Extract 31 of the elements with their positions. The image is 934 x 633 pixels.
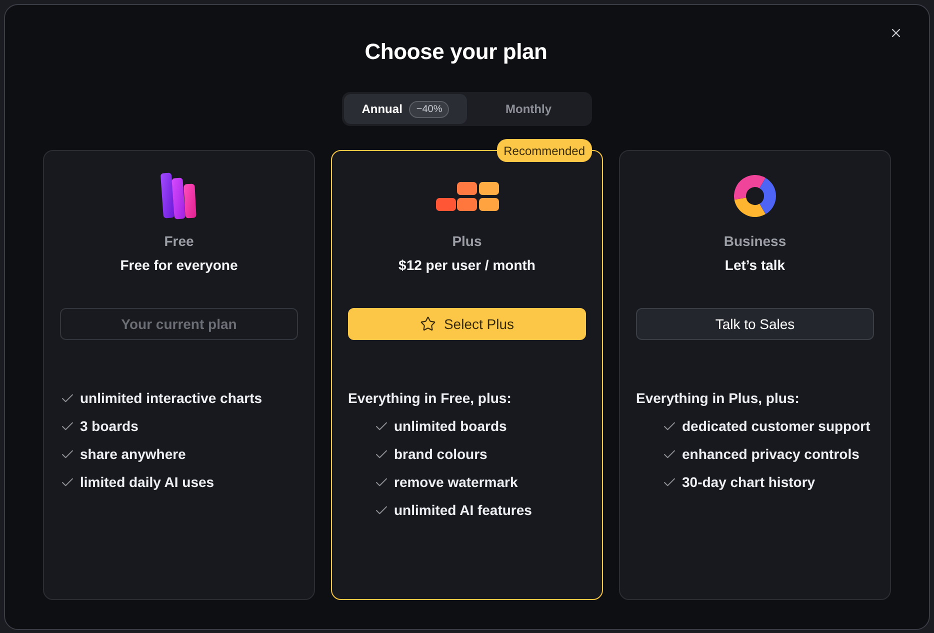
feature-text: remove watermark <box>394 473 518 492</box>
feature-text: unlimited boards <box>394 417 507 436</box>
feature-text: enhanced privacy controls <box>682 445 860 464</box>
feature-text: dedicated customer support <box>682 417 870 436</box>
plan-price: $12 per user / month <box>398 256 536 275</box>
recommended-badge: Recommended <box>496 139 592 162</box>
feature-text: unlimited interactive charts <box>80 389 262 408</box>
bar-stack-icon <box>160 172 198 220</box>
feature-text: unlimited AI features <box>394 501 532 520</box>
feature-text: share anywhere <box>80 445 186 464</box>
plan-name: Business <box>724 232 786 251</box>
features-intro: Everything in Free, plus: <box>348 389 512 408</box>
plan-price: Let’s talk <box>724 256 786 275</box>
feature-text: limited daily AI uses <box>80 473 214 492</box>
billing-tab[interactable]: Annual −40% <box>344 94 467 124</box>
plan-name: Plus <box>452 232 482 251</box>
feature-text: brand colours <box>394 445 488 464</box>
plan-button[interactable]: Talk to Sales <box>636 308 874 340</box>
tiles-icon <box>436 182 498 210</box>
features-intro: Everything in Plus, plus: <box>636 389 800 408</box>
discount-badge: −40% <box>409 100 450 118</box>
feature-text: 30-day chart history <box>682 473 816 492</box>
close-icon <box>889 26 903 40</box>
plan-name: Free <box>164 232 194 251</box>
plan-button[interactable]: Select Plus <box>348 308 586 340</box>
dialog-title: Choose your plan <box>364 38 548 66</box>
plan-price: Free for everyone <box>120 256 238 275</box>
feature-text: 3 boards <box>80 417 138 436</box>
donut-icon <box>734 175 776 217</box>
billing-tab[interactable]: Monthly <box>467 94 590 124</box>
star-icon <box>420 316 436 332</box>
